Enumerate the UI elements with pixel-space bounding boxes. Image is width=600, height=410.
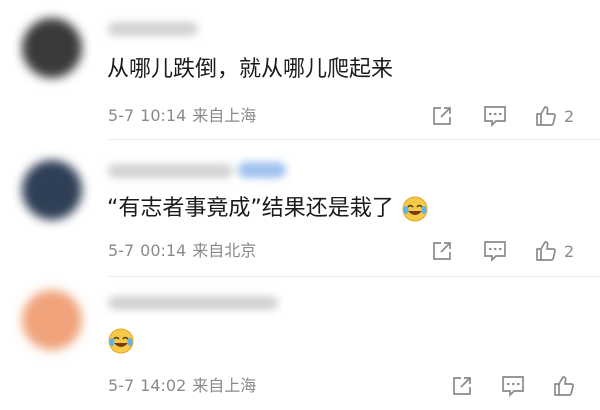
share-button[interactable] bbox=[430, 237, 454, 265]
comment-time: 00:14 bbox=[140, 241, 187, 260]
username-blurred[interactable] bbox=[108, 22, 198, 36]
thumbs-up-icon bbox=[536, 106, 556, 126]
comment-icon bbox=[502, 376, 524, 398]
comment-item: 5-7 14:02 来自上海 bbox=[0, 276, 600, 410]
comment-item: 从哪儿跌倒，就从哪儿爬起来 5-7 10:14 来自上海 2 bbox=[0, 0, 600, 140]
comment-location: 来自北京 bbox=[192, 241, 257, 260]
comment-text bbox=[107, 326, 135, 356]
comment-text: “有志者事竟成”结果还是栽了 bbox=[107, 194, 429, 224]
like-button[interactable]: 2 bbox=[534, 237, 574, 265]
share-icon bbox=[433, 242, 451, 260]
comment-date: 5-7 bbox=[108, 106, 135, 125]
avatar[interactable] bbox=[22, 290, 82, 350]
like-count: 2 bbox=[564, 241, 575, 261]
comment-time: 14:02 bbox=[140, 376, 187, 395]
comment-text-content: “有志者事竟成”结果还是栽了 bbox=[107, 196, 394, 221]
comment-location: 来自上海 bbox=[192, 376, 257, 395]
comment-meta: 5-7 14:02 来自上海 bbox=[108, 376, 262, 396]
comment-button[interactable] bbox=[500, 372, 526, 400]
comment-location: 来自上海 bbox=[192, 106, 257, 125]
comment-date: 5-7 bbox=[108, 376, 135, 395]
laugh-cry-emoji bbox=[402, 196, 428, 222]
thumbs-up-icon bbox=[554, 376, 574, 396]
avatar[interactable] bbox=[22, 160, 82, 220]
thumbs-up-icon bbox=[536, 241, 556, 261]
comment-button[interactable] bbox=[482, 237, 508, 265]
comment-meta: 5-7 00:14 来自北京 bbox=[108, 241, 262, 261]
laugh-cry-emoji bbox=[108, 328, 134, 354]
username-blurred[interactable] bbox=[108, 164, 233, 178]
comment-item: “有志者事竟成”结果还是栽了 5-7 00:14 来自北京 2 bbox=[0, 140, 600, 280]
username-blurred[interactable] bbox=[108, 296, 278, 310]
avatar[interactable] bbox=[22, 18, 82, 78]
share-icon bbox=[453, 377, 471, 395]
share-button[interactable] bbox=[450, 372, 474, 400]
comment-icon bbox=[484, 106, 506, 128]
comment-text: 从哪儿跌倒，就从哪儿爬起来 bbox=[107, 57, 394, 82]
comment-time: 10:14 bbox=[140, 106, 187, 125]
like-button[interactable] bbox=[552, 372, 576, 400]
user-badge-blurred bbox=[238, 162, 286, 178]
comment-icon bbox=[484, 241, 506, 263]
like-count: 2 bbox=[564, 106, 575, 126]
comment-date: 5-7 bbox=[108, 241, 135, 260]
like-button[interactable]: 2 bbox=[534, 102, 574, 130]
comment-meta: 5-7 10:14 来自上海 bbox=[108, 106, 262, 126]
share-button[interactable] bbox=[430, 102, 454, 130]
comment-button[interactable] bbox=[482, 102, 508, 130]
share-icon bbox=[433, 107, 451, 125]
